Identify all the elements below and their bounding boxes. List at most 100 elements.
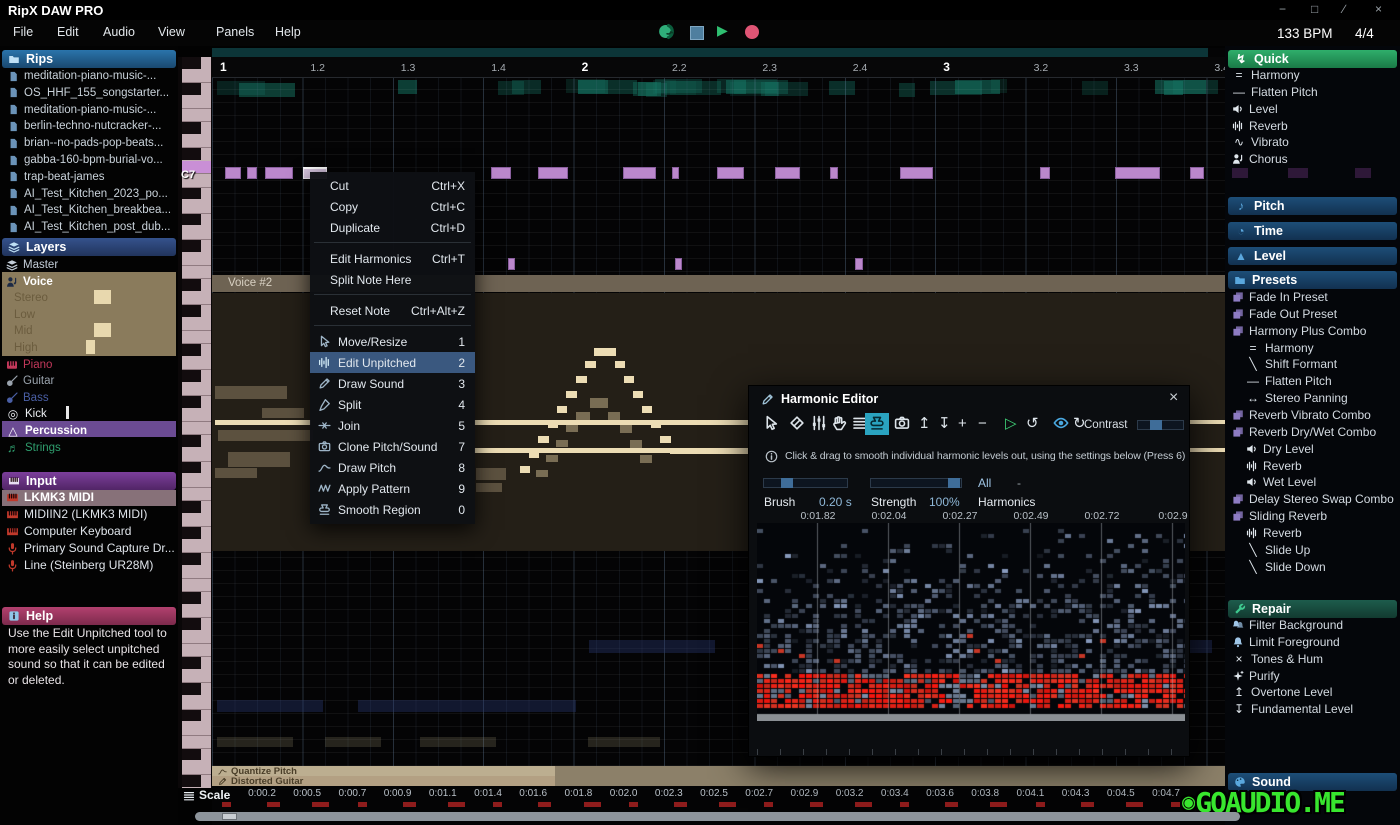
rips-item[interactable]: meditation-piano-music-... bbox=[8, 102, 156, 118]
close-button[interactable]: × bbox=[1375, 2, 1382, 16]
strength-slider[interactable] bbox=[870, 478, 962, 488]
black-key[interactable] bbox=[182, 370, 201, 383]
panel-header-pitch[interactable]: ♪ Pitch bbox=[1228, 197, 1397, 215]
bottom-row-dim[interactable] bbox=[555, 776, 1225, 786]
layer-item-kick[interactable]: ◎ Kick bbox=[6, 406, 47, 422]
quick-item-reverb[interactable]: Reverb bbox=[1232, 119, 1288, 133]
black-key[interactable] bbox=[182, 344, 201, 356]
context-item-clone-pitch-sound[interactable]: Clone Pitch/Sound 7 bbox=[310, 436, 475, 457]
repair-item-overtone-level[interactable]: ↥ Overtone Level bbox=[1232, 685, 1332, 699]
note[interactable] bbox=[1190, 167, 1204, 179]
input-item[interactable]: LKMK3 MIDI bbox=[6, 490, 94, 504]
black-key[interactable] bbox=[182, 526, 201, 539]
quick-item-flatten-pitch[interactable]: — Flatten Pitch bbox=[1232, 85, 1318, 99]
context-item-edit-harmonics[interactable]: Edit Harmonics Ctrl+T bbox=[310, 248, 475, 269]
presets-item-wet-level[interactable]: Wet Level bbox=[1246, 475, 1316, 489]
harmonics-select[interactable]: All bbox=[978, 476, 991, 490]
rips-item[interactable]: OS_HHF_155_songstarter... bbox=[8, 85, 169, 101]
presets-item-shift-formant[interactable]: ╲ Shift Formant bbox=[1246, 357, 1337, 371]
note[interactable] bbox=[717, 167, 744, 179]
brush-value[interactable]: 0.20 s bbox=[819, 495, 852, 509]
note[interactable] bbox=[675, 258, 682, 270]
black-key[interactable] bbox=[182, 500, 201, 513]
bar-ruler[interactable]: 1 1.2 1.3 1.4 2 2.2 2.3 2.4 3 3.2 3.3 3.4 bbox=[212, 57, 1225, 78]
presets-item-reverb[interactable]: Reverb bbox=[1246, 526, 1302, 540]
add-tool[interactable]: + bbox=[958, 415, 967, 432]
note[interactable] bbox=[830, 167, 838, 179]
context-item-move-resize[interactable]: Move/Resize 1 bbox=[310, 331, 475, 352]
layer-item-piano[interactable]: Piano bbox=[6, 357, 52, 373]
context-item-join[interactable]: Join 5 bbox=[310, 415, 475, 436]
eraser-tool[interactable] bbox=[789, 415, 805, 436]
repair-item-filter-background[interactable]: Filter Background bbox=[1232, 618, 1343, 632]
piano-keyboard[interactable] bbox=[178, 57, 212, 788]
remove-tool[interactable]: − bbox=[978, 415, 987, 432]
loop-strip[interactable] bbox=[212, 48, 1208, 57]
contrast-slider[interactable] bbox=[1137, 420, 1184, 430]
repair-item-tones-hum[interactable]: × Tones & Hum bbox=[1232, 652, 1323, 666]
voice-level-block[interactable] bbox=[86, 340, 95, 354]
note[interactable] bbox=[900, 167, 933, 179]
black-key[interactable] bbox=[182, 657, 201, 670]
quick-item-level[interactable]: Level bbox=[1232, 102, 1278, 116]
black-key[interactable] bbox=[182, 709, 201, 722]
menu-file[interactable]: File bbox=[13, 25, 33, 39]
maximize-button[interactable]: □ bbox=[1311, 2, 1318, 16]
input-item[interactable]: Line (Steinberg UR28M) bbox=[6, 558, 153, 572]
menu-panels[interactable]: Panels bbox=[216, 25, 254, 39]
rips-item[interactable]: AI_Test_Kitchen_breakbea... bbox=[8, 202, 171, 218]
presets-item-reverb-dry-wet-combo[interactable]: Reverb Dry/Wet Combo bbox=[1232, 425, 1376, 439]
rips-item[interactable]: meditation-piano-music-... bbox=[8, 68, 156, 84]
note[interactable] bbox=[247, 167, 257, 179]
note[interactable] bbox=[225, 167, 241, 179]
black-key[interactable] bbox=[182, 278, 201, 291]
layer-item-high[interactable]: High bbox=[14, 340, 38, 356]
play-button[interactable]: ▶ bbox=[717, 22, 728, 39]
presets-item-reverb[interactable]: Reverb bbox=[1246, 459, 1302, 473]
import-tool[interactable]: ↥ bbox=[918, 415, 931, 432]
black-key[interactable] bbox=[182, 122, 201, 135]
horizontal-scrollbar[interactable] bbox=[195, 812, 1240, 821]
note[interactable] bbox=[491, 167, 511, 179]
context-item-reset-note[interactable]: Reset Note Ctrl+Alt+Z bbox=[310, 300, 475, 321]
black-key[interactable] bbox=[182, 304, 201, 317]
context-item-draw-sound[interactable]: Draw Sound 3 bbox=[310, 373, 475, 394]
rips-item[interactable]: brian--no-pads-pop-beats... bbox=[8, 135, 163, 151]
brush-slider[interactable] bbox=[763, 478, 848, 488]
rips-panel-header[interactable]: Rips bbox=[2, 50, 176, 68]
presets-item-reverb-vibrato-combo[interactable]: Reverb Vibrato Combo bbox=[1232, 408, 1371, 422]
scale-button[interactable]: Scale bbox=[199, 788, 230, 802]
input-item[interactable]: MIDIIN2 (LKMK3 MIDI) bbox=[6, 507, 147, 521]
note[interactable] bbox=[265, 167, 293, 179]
input-item[interactable]: Primary Sound Capture Dr... bbox=[6, 541, 175, 555]
menu-view[interactable]: View bbox=[158, 25, 185, 39]
note[interactable] bbox=[1040, 167, 1050, 179]
note[interactable] bbox=[775, 167, 800, 179]
black-key[interactable] bbox=[182, 83, 201, 95]
minimize-button[interactable]: − bbox=[1279, 2, 1286, 16]
time-signature-display[interactable]: 4/4 bbox=[1355, 26, 1374, 41]
note[interactable] bbox=[672, 167, 679, 179]
input-item[interactable]: Computer Keyboard bbox=[6, 524, 131, 538]
export-tool[interactable]: ↧ bbox=[938, 415, 951, 432]
presets-item-flatten-pitch[interactable]: — Flatten Pitch bbox=[1246, 374, 1332, 388]
record-button[interactable] bbox=[745, 25, 759, 39]
context-item-draw-pitch[interactable]: Draw Pitch 8 bbox=[310, 457, 475, 478]
stop-button[interactable] bbox=[690, 26, 704, 40]
scrollbar-handle[interactable] bbox=[222, 813, 237, 820]
input-panel-header[interactable]: Input bbox=[2, 472, 176, 490]
repair-item-limit-foreground[interactable]: Limit Foreground bbox=[1232, 635, 1340, 649]
panel-header-quick[interactable]: ↯ Quick bbox=[1228, 50, 1397, 68]
black-key[interactable] bbox=[182, 774, 201, 787]
voice-level-block[interactable] bbox=[94, 290, 111, 305]
play-tool[interactable]: ▷ bbox=[1005, 415, 1017, 432]
layer-item-strings[interactable]: ♬ Strings bbox=[6, 440, 61, 456]
snapshot-tool[interactable] bbox=[894, 415, 910, 436]
region-row-distorted-guitar[interactable]: Distorted Guitar bbox=[218, 776, 303, 787]
rips-item[interactable]: trap-beat-james bbox=[8, 169, 105, 185]
note[interactable] bbox=[1115, 167, 1160, 179]
quick-item-chorus[interactable]: Chorus bbox=[1232, 152, 1288, 166]
black-key[interactable] bbox=[182, 213, 201, 226]
rips-item[interactable]: gabba-160-bpm-burial-vo... bbox=[8, 152, 163, 168]
black-key[interactable] bbox=[182, 461, 201, 474]
